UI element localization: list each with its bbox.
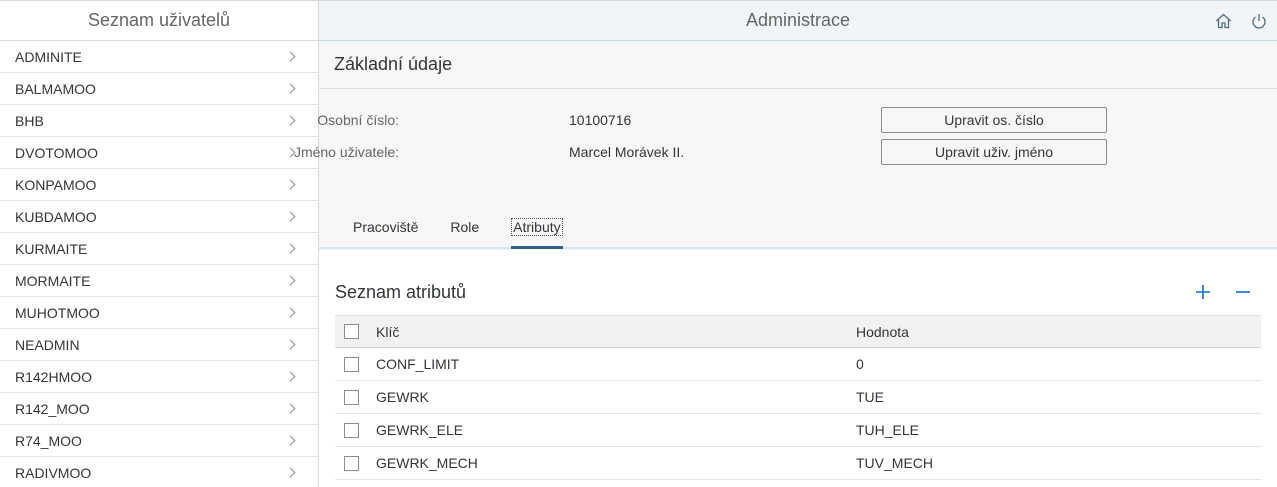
header-actions: [1205, 1, 1277, 41]
row-checkbox[interactable]: [344, 422, 359, 438]
user-name: R74_MOO: [15, 432, 82, 449]
power-icon: [1252, 13, 1266, 28]
username-row: Jméno uživatele: Marcel Morávek II. Upra…: [294, 139, 1119, 165]
user-name: MORMAITE: [15, 272, 91, 289]
chevron-right-icon: [285, 403, 296, 414]
user-name: RADIVMOO: [15, 464, 92, 481]
edit-username-button[interactable]: Upravit uživ. jméno: [881, 139, 1107, 165]
row-checkbox[interactable]: [344, 389, 359, 405]
table-row[interactable]: GEWRK_MECH TUV_MECH: [335, 447, 1261, 480]
attribute-value: TUE: [856, 389, 884, 405]
chevron-right-icon: [285, 211, 296, 222]
user-list-item[interactable]: R142_MOO: [0, 393, 318, 425]
tab-label: Pracoviště: [353, 219, 419, 235]
chevron-right-icon: [285, 467, 296, 478]
minus-icon: [1236, 291, 1250, 293]
chevron-right-icon: [285, 243, 296, 254]
home-icon: [1215, 13, 1231, 29]
user-name: R142HMOO: [15, 368, 93, 385]
username-value: Marcel Morávek II.: [569, 144, 685, 160]
detail-panel: Administrace Základní údaje Osobní číslo…: [294, 0, 1277, 487]
table-row[interactable]: GEWRK_ELE TUH_ELE: [335, 414, 1261, 447]
chevron-right-icon: [285, 435, 296, 446]
attribute-value: 0: [856, 356, 864, 372]
user-name: MUHOTMOO: [15, 304, 100, 321]
remove-attribute-button[interactable]: [1225, 274, 1261, 310]
page-title: Administrace: [745, 10, 851, 30]
user-list-item[interactable]: NEADMIN: [0, 329, 318, 361]
attribute-key: GEWRK_MECH: [376, 455, 478, 471]
chevron-right-icon: [285, 83, 296, 94]
tab-workplace[interactable]: Pracoviště: [353, 207, 418, 247]
user-list-item[interactable]: KURMAITE: [0, 233, 318, 265]
logout-button[interactable]: [1241, 1, 1277, 41]
user-list-item[interactable]: MORMAITE: [0, 265, 318, 297]
user-list-item[interactable]: R142HMOO: [0, 361, 318, 393]
user-list-panel: Seznam uživatelů ADMINITE BALMAMOO BHB D…: [0, 0, 319, 487]
column-header-value: Hodnota: [856, 323, 909, 340]
table-row[interactable]: CONF_LIMIT 0: [335, 348, 1261, 381]
column-header-key: Klíč: [376, 323, 400, 340]
personal-number-value: 10100716: [569, 112, 632, 128]
user-name: KURMAITE: [15, 240, 88, 257]
table-row[interactable]: GEWRK TUE: [335, 381, 1261, 414]
tab-attributes[interactable]: Atributy: [511, 207, 564, 249]
attributes-table: Klíč Hodnota CONF_LIMIT 0 GEWRK TUE GEWR…: [335, 315, 1261, 480]
add-attribute-button[interactable]: [1185, 274, 1221, 310]
select-all-checkbox[interactable]: [344, 324, 359, 339]
personal-number-label: Osobní číslo:: [317, 112, 399, 128]
user-name: BALMAMOO: [15, 80, 96, 97]
basic-info-title: Základní údaje: [319, 41, 1277, 89]
chevron-right-icon: [285, 307, 296, 318]
chevron-right-icon: [285, 179, 296, 190]
user-list: ADMINITE BALMAMOO BHB DVOTOMOO KONPAMOO …: [0, 41, 318, 487]
edit-personal-number-button[interactable]: Upravit os. číslo: [881, 107, 1107, 133]
attribute-key: GEWRK_ELE: [376, 422, 464, 438]
table-header: Klíč Hodnota: [335, 315, 1261, 348]
attributes-actions: [1185, 274, 1261, 310]
user-list-item[interactable]: KUBDAMOO: [0, 201, 318, 233]
tab-roles[interactable]: Role: [450, 207, 479, 247]
tab-label: Atributy: [511, 218, 563, 236]
home-button[interactable]: [1205, 1, 1241, 41]
user-name: NEADMIN: [15, 336, 80, 353]
user-list-item[interactable]: BHB: [0, 105, 318, 137]
attribute-value: TUV_MECH: [856, 455, 934, 471]
user-list-item[interactable]: BALMAMOO: [0, 73, 318, 105]
attributes-title: Seznam atributů: [335, 281, 467, 302]
tab-bar: Pracoviště Role Atributy: [319, 199, 1277, 249]
user-list-item[interactable]: KONPAMOO: [0, 169, 318, 201]
attributes-section: Seznam atributů Klíč Hodnota CONF_LIMIT …: [319, 250, 1277, 487]
chevron-right-icon: [285, 371, 296, 382]
user-name: R142_MOO: [15, 400, 90, 417]
user-list-item[interactable]: MUHOTMOO: [0, 297, 318, 329]
basic-info-form: Osobní číslo: 10100716 Upravit os. číslo…: [294, 89, 1277, 199]
user-name: KUBDAMOO: [15, 208, 97, 225]
row-checkbox[interactable]: [344, 455, 359, 471]
username-label: Jméno uživatele:: [293, 144, 399, 160]
row-checkbox[interactable]: [344, 356, 359, 372]
user-name: BHB: [15, 112, 44, 129]
plus-icon: [1196, 285, 1210, 299]
user-name: ADMINITE: [15, 48, 82, 65]
chevron-right-icon: [285, 339, 296, 350]
attribute-key: CONF_LIMIT: [376, 356, 460, 372]
user-list-item[interactable]: ADMINITE: [0, 41, 318, 73]
user-list-item[interactable]: RADIVMOO: [0, 457, 318, 487]
tab-label: Role: [450, 219, 480, 235]
user-name: DVOTOMOO: [15, 144, 98, 161]
user-list-item[interactable]: R74_MOO: [0, 425, 318, 457]
app-header: Administrace: [319, 0, 1277, 41]
chevron-right-icon: [285, 51, 296, 62]
user-list-title: Seznam uživatelů: [0, 0, 318, 41]
attributes-toolbar: Seznam atributů: [335, 270, 1261, 314]
user-list-item[interactable]: DVOTOMOO: [0, 137, 318, 169]
chevron-right-icon: [285, 115, 296, 126]
user-name: KONPAMOO: [15, 176, 97, 193]
attribute-key: GEWRK: [376, 389, 429, 405]
personal-number-row: Osobní číslo: 10100716 Upravit os. číslo: [317, 107, 1119, 133]
chevron-right-icon: [285, 275, 296, 286]
attribute-value: TUH_ELE: [856, 422, 920, 438]
